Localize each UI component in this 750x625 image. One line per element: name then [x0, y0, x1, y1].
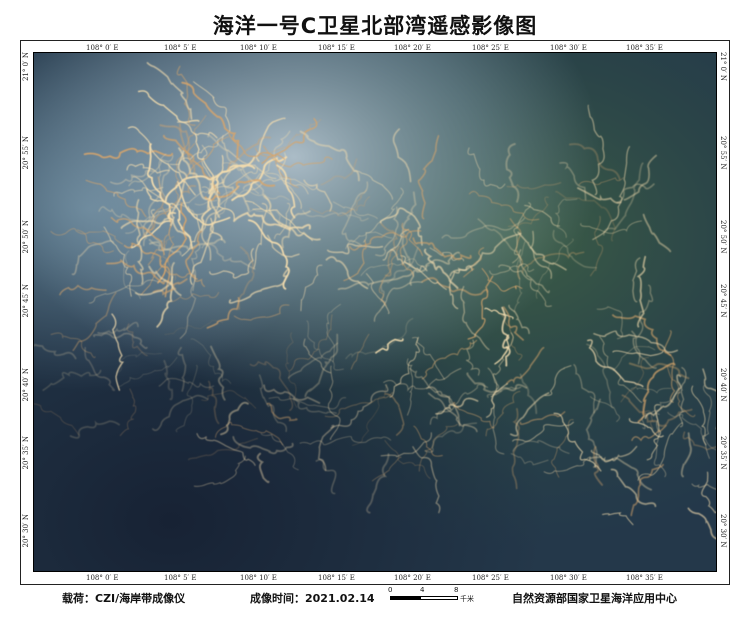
latitude-tick-label: 20° 50′ N	[719, 220, 727, 254]
longitude-tick-label: 108° 35′ E	[626, 574, 663, 582]
acquisition-time: 成像时间：2021.02.14	[250, 592, 375, 605]
haze-north	[34, 53, 716, 571]
longitude-tick-label: 108° 0′ E	[86, 44, 119, 52]
latitude-tick-label: 20° 30′ N	[22, 514, 30, 548]
map-footer: 载荷：CZI/海岸带成像仪 成像时间：2021.02.14 0 4 8 千米 自…	[0, 586, 750, 610]
longitude-tick-label: 108° 20′ E	[394, 44, 431, 52]
longitude-tick-label: 108° 25′ E	[472, 574, 509, 582]
latitude-tick-label: 20° 55′ N	[719, 136, 727, 170]
longitude-tick-label: 108° 5′ E	[164, 574, 197, 582]
longitude-tick-label: 108° 10′ E	[240, 44, 277, 52]
longitude-tick-label: 108° 30′ E	[550, 574, 587, 582]
latitude-tick-label: 20° 30′ N	[719, 514, 727, 548]
payload-label: 载荷：CZI/海岸带成像仪	[62, 592, 186, 605]
satellite-image	[33, 52, 717, 572]
scale-label-8: 8	[454, 586, 459, 594]
scale-segment-white	[420, 596, 458, 600]
latitude-tick-label: 20° 40′ N	[719, 368, 727, 402]
scale-bar: 0 4 8 千米	[388, 586, 480, 609]
scale-unit: 千米	[460, 595, 474, 603]
latitude-tick-label: 20° 45′ N	[719, 284, 727, 318]
longitude-tick-label: 108° 15′ E	[318, 574, 355, 582]
latitude-tick-label: 21° 0′ N	[719, 52, 727, 82]
longitude-tick-label: 108° 0′ E	[86, 574, 119, 582]
scale-label-0: 0	[388, 586, 393, 594]
latitude-tick-label: 20° 40′ N	[22, 368, 30, 402]
organization: 自然资源部国家卫星海洋应用中心	[512, 592, 677, 605]
scale-label-4: 4	[420, 586, 425, 594]
satellite-imagery-svg	[34, 53, 716, 571]
latitude-tick-label: 20° 35′ N	[719, 436, 727, 470]
longitude-tick-label: 108° 35′ E	[626, 44, 663, 52]
latitude-tick-label: 20° 35′ N	[22, 436, 30, 470]
latitude-tick-label: 20° 55′ N	[22, 136, 30, 170]
latitude-tick-label: 21° 0′ N	[22, 52, 30, 82]
map-title: 海洋一号C卫星北部湾遥感影像图	[212, 14, 538, 38]
longitude-tick-label: 108° 10′ E	[240, 574, 277, 582]
longitude-tick-label: 108° 25′ E	[472, 44, 509, 52]
scale-segment-black	[390, 596, 420, 600]
longitude-tick-label: 108° 5′ E	[164, 44, 197, 52]
latitude-tick-label: 20° 45′ N	[22, 284, 30, 318]
longitude-tick-label: 108° 30′ E	[550, 44, 587, 52]
longitude-tick-label: 108° 20′ E	[394, 574, 431, 582]
latitude-tick-label: 20° 50′ N	[22, 220, 30, 254]
longitude-tick-label: 108° 15′ E	[318, 44, 355, 52]
